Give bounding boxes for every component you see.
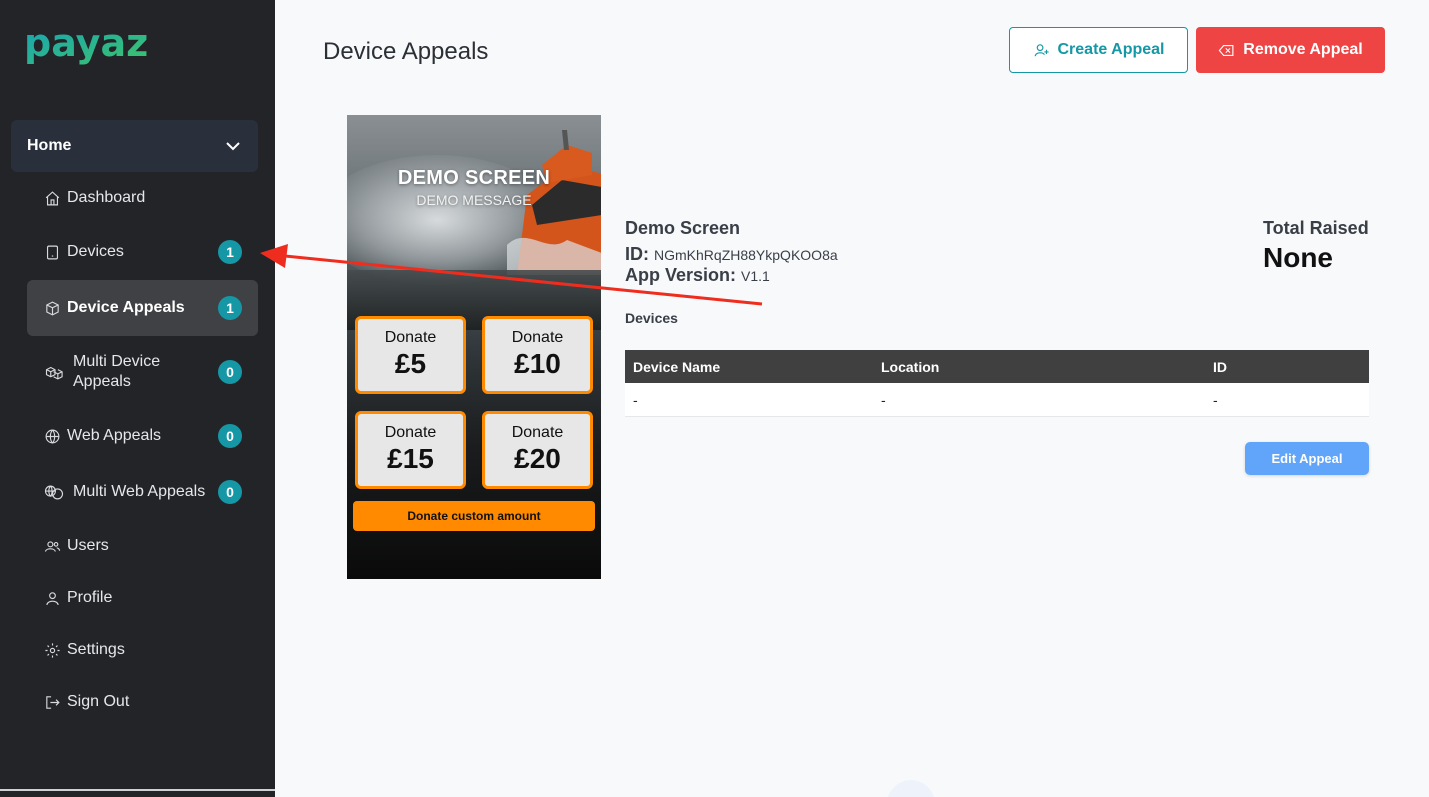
sidebar-item-sign-out[interactable]: Sign Out — [27, 688, 258, 716]
gear-icon — [41, 639, 63, 661]
count-badge: 0 — [218, 360, 242, 384]
donate-amount: £15 — [387, 443, 434, 474]
remove-appeal-label: Remove Appeal — [1243, 41, 1363, 58]
sidebar-item-settings[interactable]: Settings — [27, 636, 258, 664]
preview-title: DEMO SCREEN — [397, 167, 551, 189]
donate-custom-button[interactable]: Donate custom amount — [353, 501, 595, 531]
donate-label: Donate — [511, 329, 564, 346]
column-header-id[interactable]: ID — [1205, 359, 1369, 375]
donate-amount: £5 — [394, 348, 427, 379]
sidebar-item-web-appeals[interactable]: Web Appeals 0 — [27, 422, 258, 450]
box-icon — [41, 297, 63, 319]
sidebar-item-device-appeals[interactable]: Device Appeals 1 — [27, 280, 258, 336]
donate-tile[interactable]: Donate £10 — [482, 316, 593, 394]
divider — [0, 789, 275, 791]
column-header-location[interactable]: Location — [873, 359, 1205, 375]
count-badge: 1 — [218, 296, 242, 320]
page-title: Device Appeals — [323, 38, 489, 65]
app-version: App Version: V1.1 — [625, 265, 770, 286]
tablet-icon — [41, 241, 63, 263]
chat-bubble[interactable] — [887, 780, 935, 797]
donate-tile[interactable]: Donate £15 — [355, 411, 466, 489]
count-badge: 0 — [218, 424, 242, 448]
boxes-icon — [41, 361, 69, 383]
sign-out-icon — [41, 691, 63, 713]
sidebar-item-profile[interactable]: Profile — [27, 584, 258, 612]
donate-tile[interactable]: Donate £5 — [355, 316, 466, 394]
payaz-logo[interactable]: payaz — [24, 24, 184, 76]
sidebar-item-label: Profile — [67, 589, 113, 606]
sidebar-item-multi-device-appeals[interactable]: Multi Device Appeals 0 — [27, 350, 258, 394]
users-icon — [41, 535, 63, 557]
home-icon — [41, 187, 63, 209]
sidebar-item-label: Devices — [67, 243, 124, 260]
total-raised-label: Total Raised — [1263, 218, 1369, 238]
sidebar-item-label: Users — [67, 537, 109, 554]
sidebar-item-label: Dashboard — [67, 189, 146, 206]
donate-amount: £20 — [514, 443, 561, 474]
count-badge: 1 — [218, 240, 242, 264]
create-appeal-button[interactable]: Create Appeal — [1009, 27, 1188, 73]
id-value: NGmKhRqZH88YkpQKOO8a — [654, 247, 838, 263]
column-header-device-name[interactable]: Device Name — [625, 359, 873, 375]
sidebar-item-label: Multi Device Appeals — [73, 353, 161, 390]
version-value: V1.1 — [741, 268, 770, 284]
sidebar-item-label: Device Appeals — [67, 299, 185, 316]
table-header: Device Name Location ID — [625, 350, 1369, 383]
appeal-id: ID: NGmKhRqZH88YkpQKOO8a — [625, 244, 838, 265]
count-badge: 0 — [218, 480, 242, 504]
donate-label: Donate — [511, 424, 564, 441]
globes-icon — [41, 481, 67, 503]
sidebar-item-label: Web Appeals — [67, 427, 161, 444]
donate-tile[interactable]: Donate £20 — [482, 411, 593, 489]
version-label: App Version: — [625, 265, 737, 285]
sidebar: payaz Home Dashboard Devices 1 Device Ap… — [0, 0, 275, 797]
appeal-name: Demo Screen — [625, 218, 741, 238]
devices-table: Device Name Location ID - - - — [625, 350, 1369, 417]
user-icon — [41, 587, 63, 609]
sidebar-item-multi-web-appeals[interactable]: Multi Web Appeals 0 — [27, 478, 258, 506]
table-row[interactable]: - - - — [625, 383, 1369, 417]
sidebar-item-label: Sign Out — [67, 693, 130, 710]
home-menu-toggle[interactable]: Home — [11, 120, 258, 172]
devices-heading: Devices — [625, 310, 678, 326]
donate-amount: £10 — [514, 348, 561, 379]
remove-appeal-button[interactable]: Remove Appeal — [1196, 27, 1385, 73]
backspace-icon — [1218, 44, 1234, 56]
svg-text:payaz: payaz — [24, 24, 148, 65]
sidebar-item-label: Multi Web Appeals — [73, 483, 206, 500]
cell-id: - — [1213, 391, 1218, 408]
edit-appeal-button[interactable]: Edit Appeal — [1245, 442, 1369, 475]
home-label: Home — [27, 137, 72, 154]
appeal-preview: DEMO SCREEN DEMO MESSAGE Donate £5 Donat… — [347, 115, 601, 579]
sidebar-item-devices[interactable]: Devices 1 — [27, 238, 258, 266]
id-label: ID: — [625, 244, 649, 264]
donate-label: Donate — [384, 424, 437, 441]
create-appeal-label: Create Appeal — [1057, 41, 1165, 58]
total-raised-value: None — [1263, 242, 1333, 273]
preview-message: DEMO MESSAGE — [416, 192, 532, 208]
globe-icon — [41, 425, 63, 447]
cell-location: - — [881, 391, 886, 408]
chevron-down-icon — [226, 142, 240, 151]
sidebar-item-dashboard[interactable]: Dashboard — [27, 184, 258, 212]
add-user-icon — [1034, 43, 1049, 56]
cell-device-name: - — [633, 391, 638, 408]
sidebar-item-label: Settings — [67, 641, 125, 658]
sidebar-item-users[interactable]: Users — [27, 532, 258, 560]
donate-label: Donate — [384, 329, 437, 346]
